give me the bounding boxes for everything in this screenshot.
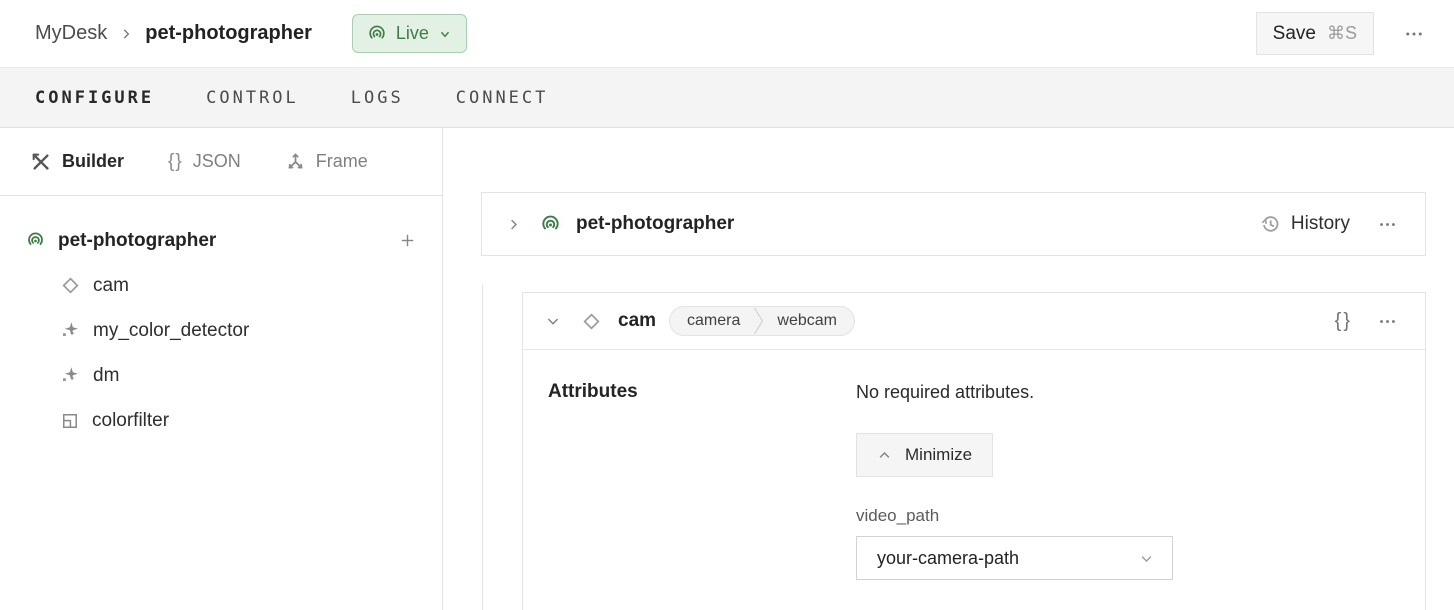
history-clock-icon: [1260, 214, 1281, 235]
config-main-panel: pet-photographer History: [443, 128, 1454, 610]
module-icon: [60, 411, 80, 431]
mode-frame[interactable]: Frame: [285, 151, 368, 172]
view-mode-switcher: Builder {} JSON Frame: [0, 128, 442, 196]
header-actions: Save ⌘S: [1256, 12, 1428, 55]
chevron-up-icon: [877, 448, 892, 463]
component-title: cam: [618, 310, 656, 332]
mode-frame-label: Frame: [316, 151, 368, 172]
machine-broadcast-icon: [540, 214, 561, 235]
tree-root-label: pet-photographer: [58, 230, 216, 252]
view-json-button[interactable]: {}: [1335, 310, 1352, 333]
video-path-value: your-camera-path: [877, 548, 1019, 569]
braces-icon: {}: [168, 151, 183, 173]
component-card-header: cam camera webcam {}: [523, 293, 1425, 350]
tree-item-my-color-detector[interactable]: my_color_detector: [0, 308, 442, 353]
expand-machine-card-button[interactable]: [506, 217, 521, 232]
ellipsis-icon: [1404, 24, 1424, 44]
ml-sparkles-icon: [60, 320, 81, 341]
machine-card: pet-photographer History: [481, 192, 1426, 256]
chevron-down-icon: [1139, 551, 1154, 566]
mode-json[interactable]: {} JSON: [168, 151, 241, 173]
minimize-button[interactable]: Minimize: [856, 433, 993, 477]
tab-logs[interactable]: LOGS: [351, 88, 404, 108]
attributes-empty-text: No required attributes.: [856, 382, 1401, 403]
save-button[interactable]: Save ⌘S: [1256, 12, 1374, 55]
machine-status-label: Live: [396, 23, 429, 44]
minimize-button-label: Minimize: [905, 445, 972, 465]
ml-sparkles-icon: [60, 365, 81, 386]
attributes-heading: Attributes: [548, 381, 856, 580]
app-window: MyDesk pet-photographer Live Save: [0, 0, 1454, 610]
component-type: camera: [687, 312, 740, 330]
tab-configure[interactable]: CONFIGURE: [35, 88, 154, 108]
machine-card-title: pet-photographer: [576, 213, 734, 235]
ellipsis-icon: [1378, 312, 1397, 331]
frame-axes-icon: [285, 151, 306, 172]
component-type-badge: camera webcam: [669, 306, 855, 336]
breadcrumb-machine-name: pet-photographer: [145, 22, 312, 45]
main-nav-tabs: CONFIGURE CONTROL LOGS CONNECT: [0, 68, 1454, 128]
chevron-down-icon: [438, 27, 452, 41]
mode-json-label: JSON: [193, 151, 241, 172]
video-path-label: video_path: [856, 506, 1401, 526]
badge-divider-chevron: [753, 307, 764, 335]
ellipsis-icon: [1378, 215, 1397, 234]
machine-broadcast-icon: [26, 231, 45, 250]
tools-icon: [30, 151, 52, 173]
mode-builder-label: Builder: [62, 151, 124, 172]
tree-item-label: colorfilter: [92, 410, 169, 432]
component-model: webcam: [777, 312, 837, 330]
save-shortcut-hint: ⌘S: [1327, 23, 1357, 44]
history-button[interactable]: History: [1260, 213, 1350, 235]
camera-component-icon: [60, 275, 81, 296]
nesting-guide-line: [482, 284, 483, 610]
breadcrumb-org[interactable]: MyDesk: [35, 22, 107, 45]
tree-item-label: cam: [93, 275, 129, 297]
config-sidebar: Builder {} JSON Frame: [0, 128, 443, 610]
tree-item-label: my_color_detector: [93, 320, 249, 342]
machine-card-menu-button[interactable]: [1374, 211, 1401, 238]
tree-item-dm[interactable]: dm: [0, 353, 442, 398]
machine-broadcast-icon: [367, 24, 387, 44]
chevron-right-icon: [506, 217, 521, 232]
component-card-cam: cam camera webcam {} Attributes: [522, 292, 1426, 610]
add-component-button[interactable]: [399, 232, 416, 249]
component-tree: pet-photographer cam: [0, 196, 442, 443]
save-button-label: Save: [1273, 23, 1316, 45]
breadcrumb: MyDesk pet-photographer: [35, 22, 312, 45]
machine-status-badge[interactable]: Live: [352, 14, 467, 53]
collapse-component-button[interactable]: [545, 313, 561, 329]
chevron-down-icon: [545, 313, 561, 329]
camera-component-icon: [581, 311, 602, 332]
component-header-actions: {}: [1335, 308, 1401, 335]
tree-root-machine[interactable]: pet-photographer: [0, 218, 442, 263]
mode-builder[interactable]: Builder: [30, 151, 124, 173]
component-card-body: Attributes No required attributes. Minim…: [523, 350, 1425, 580]
tree-item-cam[interactable]: cam: [0, 263, 442, 308]
chevron-right-icon: [119, 27, 133, 41]
tab-control[interactable]: CONTROL: [206, 88, 299, 108]
tree-item-colorfilter[interactable]: colorfilter: [0, 398, 442, 443]
video-path-select[interactable]: your-camera-path: [856, 536, 1173, 580]
tab-connect[interactable]: CONNECT: [456, 88, 549, 108]
component-menu-button[interactable]: [1374, 308, 1401, 335]
history-button-label: History: [1291, 213, 1350, 235]
top-header: MyDesk pet-photographer Live Save: [0, 0, 1454, 68]
header-overflow-menu-button[interactable]: [1400, 20, 1428, 48]
plus-icon: [399, 232, 416, 249]
tree-item-label: dm: [93, 365, 119, 387]
